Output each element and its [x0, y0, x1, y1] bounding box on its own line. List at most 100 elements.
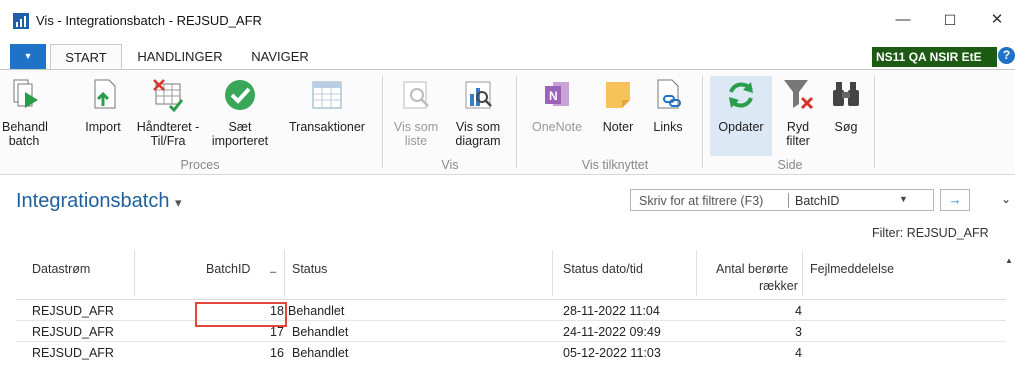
show-as-list-button[interactable]: Vis som liste	[388, 76, 444, 148]
column-header-datastrom[interactable]: Datastrøm	[32, 262, 90, 276]
links-button[interactable]: Links	[648, 76, 688, 134]
refresh-button[interactable]: Opdater	[710, 76, 772, 156]
clear-filter-icon	[784, 80, 814, 110]
table-row[interactable]: REJSUD_AFR 18 Behandlet 28-11-2022 11:04…	[16, 301, 1006, 321]
cell-status-date: 05-12-2022 11:03	[563, 346, 661, 360]
column-divider	[696, 250, 697, 296]
cell-status-date: 24-11-2022 09:49	[563, 325, 661, 339]
process-batch-icon	[13, 79, 38, 108]
cell-datastrom: REJSUD_AFR	[32, 346, 114, 360]
links-icon	[657, 79, 681, 109]
column-divider	[284, 250, 285, 296]
ribbon-separator	[382, 76, 383, 168]
minimize-button[interactable]: —	[888, 8, 918, 32]
help-icon[interactable]: ?	[998, 47, 1015, 64]
page-title[interactable]: Integrationsbatch ▾	[16, 190, 182, 213]
process-batch-button[interactable]: Behandl batch	[2, 76, 48, 148]
column-header-error[interactable]: Fejlmeddelelse	[810, 262, 894, 276]
ribbon-button-label: Vis som liste	[393, 120, 439, 148]
ribbon-separator	[702, 76, 703, 168]
column-header-status[interactable]: Status	[292, 262, 327, 276]
ribbon-button-label: Opdater	[718, 120, 764, 134]
clear-filter-button[interactable]: Ryd filter	[776, 76, 820, 148]
column-header-rows-affected-line2: rækker	[759, 279, 798, 293]
cell-status: Behandlet	[292, 325, 349, 339]
chevron-down-icon[interactable]: ▼	[899, 194, 908, 204]
cell-datastrom: REJSUD_AFR	[32, 304, 114, 318]
chart-view-icon	[465, 81, 492, 109]
ribbon-button-label: Noter	[602, 120, 634, 134]
cell-datastrom: REJSUD_AFR	[32, 325, 114, 339]
ribbon-button-label: Behandl batch	[2, 120, 48, 148]
table-row[interactable]: REJSUD_AFR 17 Behandlet 24-11-2022 09:49…	[16, 322, 1006, 342]
transactions-icon	[312, 81, 342, 109]
tab-handlinger[interactable]: HANDLINGER	[128, 44, 232, 70]
import-icon	[94, 79, 116, 109]
cell-status: Behandlet	[292, 346, 349, 360]
table-row[interactable]: REJSUD_AFR 16 Behandlet 05-12-2022 11:03…	[16, 343, 1006, 363]
ribbon-button-label: OneNote	[531, 120, 583, 134]
close-button[interactable]: ✕	[982, 8, 1012, 32]
tab-start[interactable]: START	[50, 44, 122, 70]
ribbon-separator	[516, 76, 517, 168]
ribbon-tab-row: ▼ START HANDLINGER NAVIGER NS11 QA NSIR …	[0, 44, 1015, 70]
tab-naviger[interactable]: NAVIGER	[242, 44, 318, 70]
show-as-chart-button[interactable]: Vis som diagram	[448, 76, 508, 148]
cell-status: Behandlet	[288, 304, 345, 318]
svg-text:N: N	[549, 89, 558, 103]
cell-rows-affected: 3	[795, 325, 802, 339]
handled-toggle-button[interactable]: Håndteret - Til/Fra	[134, 76, 202, 148]
file-menu-button[interactable]: ▼	[10, 44, 46, 69]
ribbon-button-label: Sæt importeret	[211, 120, 269, 148]
filter-input[interactable]: Skriv for at filtrere (F3)	[639, 194, 763, 208]
sort-indicator-icon: ▁	[270, 264, 277, 273]
search-button[interactable]: Søg	[826, 76, 866, 134]
handled-toggle-icon	[153, 79, 184, 113]
group-label-vis: Vis	[441, 158, 459, 172]
filter-divider	[788, 193, 789, 208]
ribbon-button-label: Håndteret - Til/Fra	[136, 120, 200, 148]
transactions-button[interactable]: Transaktioner	[282, 76, 372, 134]
list-view-icon	[403, 81, 429, 109]
cell-batchid: 17	[270, 325, 284, 339]
set-imported-button[interactable]: Sæt importeret	[206, 76, 274, 148]
column-divider	[134, 250, 135, 296]
cell-rows-affected: 4	[795, 304, 802, 318]
company-badge[interactable]: NS11 QA NSIR EtE	[872, 47, 997, 67]
filter-field-select[interactable]: BatchID	[795, 194, 839, 208]
cell-rows-affected: 4	[795, 346, 802, 360]
collapse-chevron-icon[interactable]: ⌄	[1001, 192, 1011, 206]
ribbon-separator	[874, 76, 875, 168]
import-button[interactable]: Import	[78, 76, 128, 134]
onenote-button[interactable]: N OneNote	[526, 76, 588, 134]
maximize-button[interactable]: ☐	[935, 8, 965, 32]
notes-button[interactable]: Noter	[596, 76, 640, 134]
ribbon-button-label: Vis som diagram	[455, 120, 501, 148]
refresh-icon	[729, 82, 753, 108]
column-divider	[552, 250, 553, 296]
column-header-rows-affected-line1: Antal berørte	[716, 262, 789, 276]
title-bar: Vis - Integrationsbatch - REJSUD_AFR — ☐…	[0, 0, 1015, 38]
cell-status-date: 28-11-2022 11:04	[563, 304, 660, 318]
ribbon-button-label: Import	[85, 120, 121, 134]
column-header-rows-affected[interactable]: Antal berørte	[716, 262, 788, 276]
column-header-batchid[interactable]: BatchID	[206, 262, 250, 276]
highlight-box	[195, 302, 287, 327]
app-logo-icon	[13, 13, 29, 29]
column-divider	[802, 250, 803, 296]
table-header: Datastrøm BatchID ▁ Status Status dato/t…	[16, 248, 1006, 300]
active-filter-label: Filter: REJSUD_AFR	[872, 226, 989, 240]
filter-box[interactable]: Skriv for at filtrere (F3) BatchID ▼	[630, 189, 934, 211]
group-label-vis-tilknyttet: Vis tilknyttet	[581, 158, 649, 172]
ribbon-button-label: Ryd filter	[786, 120, 810, 148]
notes-icon	[606, 82, 630, 108]
ribbon-button-label: Links	[653, 120, 683, 134]
title-caret-icon[interactable]: ▾	[175, 195, 182, 210]
ribbon: Behandl batch Import Håndteret - Til/Fra…	[0, 69, 1015, 175]
scroll-up-arrow-icon[interactable]: ▲	[1005, 256, 1013, 265]
apply-filter-arrow-icon[interactable]: →	[940, 189, 970, 211]
cell-batchid: 16	[270, 346, 284, 360]
onenote-icon: N	[545, 82, 569, 106]
column-header-status-date[interactable]: Status dato/tid	[563, 262, 643, 276]
group-label-proces: Proces	[180, 158, 220, 172]
